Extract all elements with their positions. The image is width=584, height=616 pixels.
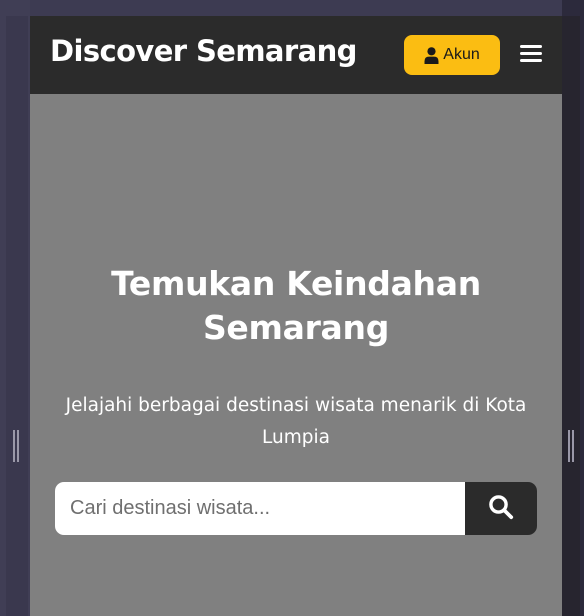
- left-gutter-inner: [6, 16, 28, 616]
- hero-section: Temukan Keindahan Semarang Jelajahi berb…: [30, 94, 562, 616]
- search-input[interactable]: [55, 482, 465, 535]
- right-resize-handle-icon[interactable]: [568, 430, 574, 462]
- left-resize-handle-icon[interactable]: [13, 430, 19, 462]
- brand-logo[interactable]: Discover Semarang: [50, 34, 357, 68]
- hero-subtitle: Jelajahi berbagai destinasi wisata menar…: [65, 395, 527, 448]
- search-icon: [488, 494, 514, 523]
- account-label: Akun: [443, 46, 480, 63]
- account-button[interactable]: Akun: [404, 35, 500, 75]
- user-icon: [424, 46, 439, 64]
- right-gutter-inner: [562, 16, 580, 616]
- right-panel-gutter: [562, 0, 584, 616]
- search-bar: [55, 482, 537, 535]
- hero-title: Temukan Keindahan Semarang: [111, 264, 481, 347]
- page-viewport: Discover Semarang Akun Temukan Keindahan…: [30, 16, 562, 616]
- window-top-edge: [0, 0, 584, 16]
- left-panel-gutter: [0, 0, 30, 616]
- search-button[interactable]: [465, 482, 537, 535]
- navbar: Discover Semarang Akun: [30, 16, 562, 94]
- hamburger-menu-icon[interactable]: [518, 42, 544, 66]
